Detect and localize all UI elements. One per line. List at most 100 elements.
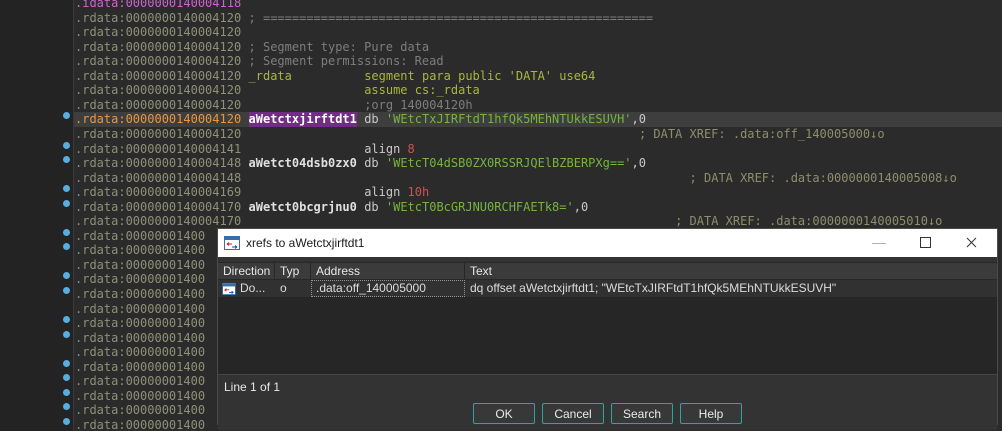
typ-cell[interactable]: o [275, 280, 311, 297]
dialog-body: Direction Typ Address Text Do... [218, 257, 997, 430]
xrefs-window-icon [224, 236, 240, 253]
listing-line[interactable]: .rdata:0000000140004120 assume cs:_rdata [0, 83, 1002, 98]
listing-line[interactable]: .rdata:0000000140004170 aWetct0bcgrjnu0 db… [0, 200, 1002, 215]
address-label: .rdata:00000001400 [75, 418, 205, 431]
line-marker-dot [63, 316, 70, 323]
listing-line[interactable]: .rdata:0000000140004169 align 10h [0, 185, 1002, 200]
address-label: .rdata:00000001400 [75, 243, 205, 258]
line-body: db 'WEtcT04dSB0ZX0RSSRJQElBZBERPXg==',0 [364, 156, 646, 171]
listing-line[interactable]: .rdata:0000000140004120 ; ===============… [0, 11, 1002, 26]
listing-line[interactable]: .rdata:0000000140004120 ; DATA XREF: .dat… [0, 127, 1002, 142]
ida-disassembly-window: .idata:0000000140004118.rdata:0000000140… [0, 0, 1002, 431]
line-marker-dot [63, 418, 70, 425]
line-marker-dot [63, 331, 70, 338]
line-marker-dot [63, 360, 70, 367]
address-label: .idata:0000000140004118 [75, 0, 241, 11]
address-label: .rdata:0000000140004120 [75, 25, 241, 40]
line-marker-dot [63, 287, 70, 294]
listing-line[interactable]: .rdata:0000000140004148 ; DATA XREF: .dat… [0, 171, 1002, 186]
address-label: .rdata:0000000140004120 [75, 83, 241, 98]
text-cell[interactable]: dq offset aWetctxjirftdt1; "WEtcTxJIRFtd… [465, 280, 997, 297]
line-marker-dot [63, 229, 70, 236]
column-header-address[interactable]: Address [311, 263, 465, 279]
listing-line[interactable]: .rdata:0000000140004120 aWetctxjirftdt1 db… [0, 112, 1002, 127]
address-label: .rdata:00000001400 [75, 389, 205, 404]
xrefs-dialog: xrefs to aWetctxjirftdt1 Direction Typ A… [217, 228, 998, 425]
address-label: .rdata:00000001400 [75, 229, 205, 244]
table-row[interactable]: Do... o .data:off_140005000 dq offset aW… [218, 280, 997, 297]
address-label: .rdata:0000000140004120 [75, 112, 241, 127]
address-cell[interactable]: .data:off_140005000 [311, 280, 465, 297]
address-label: .rdata:00000001400 [75, 403, 205, 418]
address-label: .rdata:00000001400 [75, 360, 205, 375]
address-label: .rdata:0000000140004120 [75, 11, 241, 26]
address-label: .rdata:0000000140004120 [75, 98, 241, 113]
table-empty-area [218, 297, 997, 374]
listing-line[interactable]: .rdata:0000000140004148 aWetct04dsb0zx0 db… [0, 156, 1002, 171]
direction-value: Do... [240, 280, 265, 297]
dialog-titlebar[interactable]: xrefs to aWetctxjirftdt1 [218, 229, 997, 257]
line-body: segment para public 'DATA' use64 [364, 69, 595, 84]
line-marker-dot [63, 185, 70, 192]
address-label: .rdata:0000000140004148 [75, 171, 241, 186]
listing-line[interactable]: .rdata:0000000140004120; Segment permiss… [0, 54, 1002, 69]
column-header-typ[interactable]: Typ [275, 263, 311, 279]
listing-line[interactable]: .rdata:0000000140004170 ; DATA XREF: .dat… [0, 214, 1002, 229]
line-marker-dot [63, 200, 70, 207]
symbol-name[interactable]: aWetct04dsb0zx0 [249, 156, 357, 171]
line-body: ; Segment type: Pure data [249, 40, 430, 55]
column-header-direction[interactable]: Direction [218, 263, 275, 279]
address-label: .rdata:00000001400 [75, 258, 205, 273]
line-marker-dot [63, 112, 70, 119]
direction-cell[interactable]: Do... [218, 280, 275, 297]
line-body: ;org 140004120h [364, 98, 472, 113]
listing-line[interactable]: .rdata:0000000140004141 align 8 [0, 142, 1002, 157]
dialog-title: xrefs to aWetctxjirftdt1 [246, 236, 364, 250]
address-label: .rdata:0000000140004120 [75, 40, 241, 55]
line-body: assume cs:_rdata [364, 83, 480, 98]
address-label: .rdata:0000000140004170 [75, 214, 241, 229]
maximize-icon[interactable] [911, 229, 941, 257]
line-body: align 8 [364, 142, 415, 157]
ok-button[interactable]: OK [473, 403, 535, 424]
symbol-name[interactable]: aWetctxjirftdt1 [249, 112, 357, 127]
line-marker-dot [63, 243, 70, 250]
column-header-text[interactable]: Text [465, 263, 997, 279]
listing-line[interactable]: .idata:0000000140004118 [0, 0, 1002, 11]
address-label: .rdata:0000000140004120 [75, 127, 241, 142]
listing-line[interactable]: .rdata:0000000140004120 [0, 25, 1002, 40]
address-label: .rdata:0000000140004170 [75, 200, 241, 215]
listing-line[interactable]: .rdata:0000000140004120 ; Segment type: P… [0, 40, 1002, 55]
line-body: ; ======================================… [249, 11, 654, 26]
minimize-icon[interactable] [864, 229, 894, 257]
address-label: .rdata:00000001400 [75, 316, 205, 331]
symbol-name[interactable]: aWetct0bcgrjnu0 [249, 200, 357, 215]
status-line-count: Line 1 of 1 [224, 380, 280, 394]
line-body: ; DATA XREF: .data:0000000140005010↓o [675, 214, 942, 229]
address-label: .rdata:0000000140004148 [75, 156, 241, 171]
listing-line[interactable]: .rdata:0000000140004120 _rdata segment par… [0, 69, 1002, 84]
line-marker-dot [63, 156, 70, 163]
address-label: .rdata:0000000140004120 [75, 54, 241, 69]
line-marker-dot [63, 374, 70, 381]
line-body: db 'WEtcTxJIRFtdT1hfQk5MEhNTUkkESUVH',0 [364, 112, 646, 127]
line-marker-dot [63, 142, 70, 149]
close-icon[interactable] [957, 229, 987, 257]
listing-line[interactable]: .rdata:0000000140004120 ;org 140004120h [0, 98, 1002, 113]
address-label: .rdata:00000001400 [75, 374, 205, 389]
cancel-button[interactable]: Cancel [542, 403, 604, 424]
address-label: .rdata:00000001400 [75, 331, 205, 346]
line-body: align 10h [364, 185, 429, 200]
symbol-name[interactable]: _rdata [249, 69, 292, 84]
xref-row-icon [222, 283, 236, 295]
address-label: .rdata:00000001400 [75, 345, 205, 360]
address-label: .rdata:0000000140004141 [75, 142, 241, 157]
line-body: ; DATA XREF: .data:0000000140005008↓o [690, 171, 957, 186]
line-body: db 'WEtcT0BcGRJNU0RCHFAETk8=',0 [364, 200, 588, 215]
search-button[interactable]: Search [611, 403, 673, 424]
address-label: .rdata:0000000140004169 [75, 185, 241, 200]
address-label: .rdata:0000000140004120 [75, 69, 241, 84]
help-button[interactable]: Help [680, 403, 742, 424]
line-marker-dot [63, 403, 70, 410]
line-body: ; DATA XREF: .data:off_140005000↓o [639, 127, 885, 142]
